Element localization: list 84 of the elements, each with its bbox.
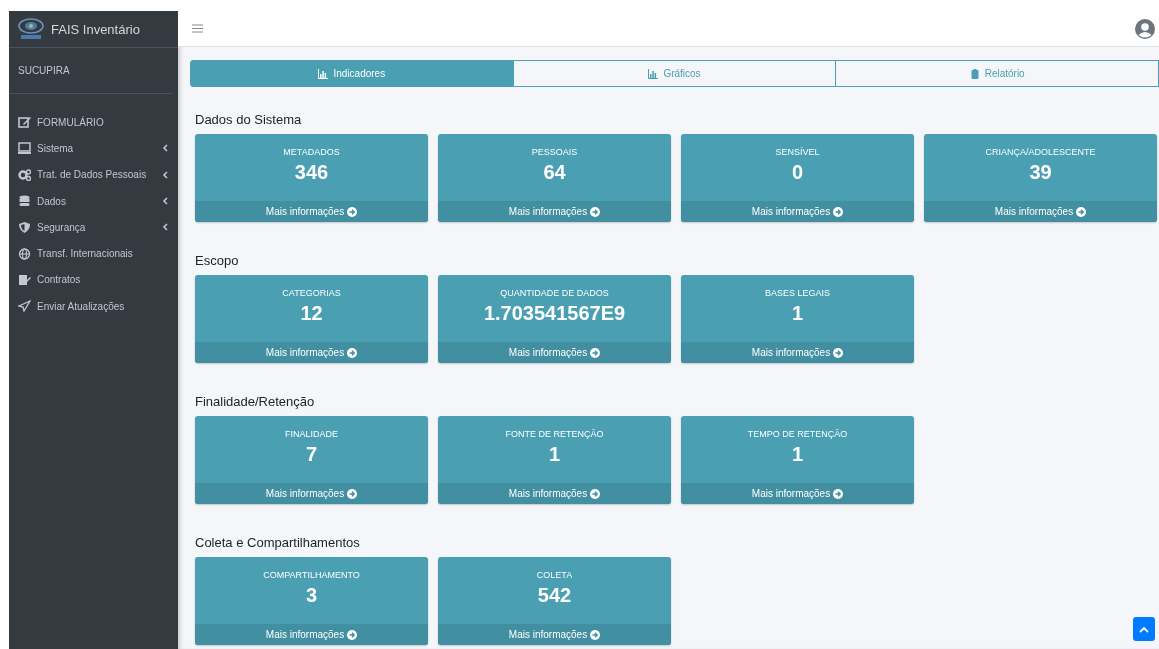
arrow-circle-icon <box>833 347 844 358</box>
section-heading: Coleta e Compartilhamentos <box>195 535 361 551</box>
edit-icon <box>18 116 31 129</box>
more-info-link[interactable]: Mais informações <box>681 342 914 363</box>
stat-value: 64 <box>543 161 566 184</box>
more-info-link[interactable]: Mais informações <box>438 624 671 645</box>
shield-icon <box>18 221 31 234</box>
stat-label: COLETA <box>536 570 573 580</box>
stat-value: 0 <box>791 161 804 184</box>
stat-value: 346 <box>294 161 329 184</box>
more-info-link[interactable]: Mais informações <box>195 201 428 222</box>
globe-icon <box>18 247 31 260</box>
tab[interactable]: Relatório <box>836 60 1159 87</box>
arrow-circle-icon <box>347 629 358 640</box>
sidebar-item[interactable]: Contratos <box>9 266 178 294</box>
section-label: SUCUPIRA <box>9 48 172 94</box>
stat-label: PESSOAIS <box>531 147 578 157</box>
section-heading: Finalidade/Retenção <box>195 394 316 410</box>
sidebar-item[interactable]: Segurança <box>9 214 178 241</box>
stat-label: METADADOS <box>283 147 340 157</box>
caret-icon <box>162 197 168 206</box>
more-info-link[interactable]: Mais informações <box>195 483 428 504</box>
stat-label: BASES LEGAIS <box>765 288 830 298</box>
stat-value: 39 <box>1029 161 1052 184</box>
sidebar-item[interactable]: Enviar Atualizações <box>9 293 178 320</box>
stat-value: 1.703541567E9 <box>483 302 626 325</box>
sidebar-item[interactable]: Dados <box>9 187 178 215</box>
stat-label: FINALIDADE <box>285 429 338 439</box>
app-title: FAIS Inventário <box>51 21 140 37</box>
monitor-icon <box>18 142 31 155</box>
arrow-circle-icon <box>347 488 358 499</box>
more-info-link[interactable]: Mais informações <box>195 342 428 363</box>
bar-chart-icon <box>318 68 329 79</box>
arrow-circle-icon <box>347 347 358 358</box>
bar-chart-icon <box>648 68 659 79</box>
sidebar-item[interactable]: Trat. de Dados Pessoais <box>9 161 178 188</box>
arrow-circle-icon <box>833 206 844 217</box>
paper-plane-icon <box>18 300 31 313</box>
stat-value: 7 <box>305 443 318 466</box>
sidebar-item[interactable]: Sistema <box>9 135 178 162</box>
stat-label: CATEGORIAS <box>282 288 341 298</box>
arrow-circle-icon <box>590 347 601 358</box>
arrow-circle-icon <box>833 488 844 499</box>
user-avatar-icon[interactable] <box>1135 18 1155 39</box>
stat-value: 1 <box>791 443 804 466</box>
more-info-link[interactable]: Mais informações <box>438 342 671 363</box>
section-heading: Dados do Sistema <box>195 112 303 128</box>
arrow-circle-icon <box>1076 206 1087 217</box>
more-info-link[interactable]: Mais informações <box>438 201 671 222</box>
more-info-link[interactable]: Mais informações <box>681 201 914 222</box>
document-pen-icon <box>18 273 31 286</box>
stat-label: QUANTIDADE DE DADOS <box>500 288 609 298</box>
stat-label: FONTE DE RETENÇÃO <box>505 429 604 439</box>
arrow-circle-icon <box>347 206 358 217</box>
clipboard-icon <box>969 68 980 79</box>
database-icon <box>18 195 31 208</box>
stat-value: 1 <box>548 443 561 466</box>
sidebar-item[interactable]: Transf. Internacionais <box>9 240 178 267</box>
more-info-link[interactable]: Mais informações <box>924 201 1157 222</box>
tab[interactable]: Gráficos <box>513 60 837 87</box>
section-heading: Escopo <box>195 253 240 269</box>
stat-value: 12 <box>300 302 323 325</box>
scroll-top-button[interactable] <box>1133 617 1155 641</box>
arrow-circle-icon <box>590 206 601 217</box>
caret-icon <box>162 144 168 153</box>
more-info-link[interactable]: Mais informações <box>681 483 914 504</box>
stat-value: 542 <box>537 584 572 607</box>
arrow-circle-icon <box>590 629 601 640</box>
arrow-circle-icon <box>590 488 601 499</box>
gears-icon <box>18 168 31 181</box>
stat-label: COMPARTILHAMENTO <box>263 570 360 580</box>
chevron-up-icon <box>1139 625 1149 633</box>
caret-icon <box>162 170 168 179</box>
sidebar-item[interactable]: FORMULÁRIO <box>9 109 178 136</box>
more-info-link[interactable]: Mais informações <box>438 483 671 504</box>
stat-label: CRIANÇA/ADOLESCENTE <box>985 147 1096 157</box>
stat-value: 3 <box>305 584 318 607</box>
stat-label: TEMPO DE RETENÇÃO <box>747 429 848 439</box>
more-info-link[interactable]: Mais informações <box>195 624 428 645</box>
stat-label: SENSÍVEL <box>775 147 820 157</box>
tab[interactable]: Indicadores <box>190 60 514 87</box>
caret-icon <box>162 223 168 232</box>
menu-icon[interactable] <box>192 24 203 33</box>
stat-value: 1 <box>791 302 804 325</box>
